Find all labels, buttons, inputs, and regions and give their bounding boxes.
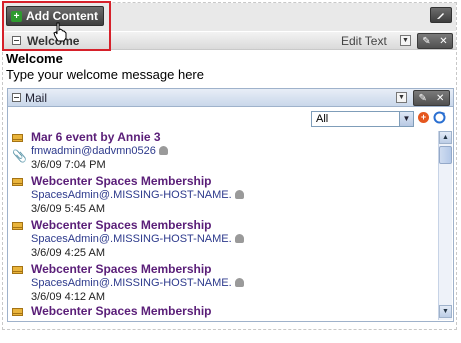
envelope-icon xyxy=(12,134,23,142)
mail-list-scrollbar[interactable]: ▲ ▼ xyxy=(438,131,452,320)
mail-message-list: 📎 Mar 6 event by Annie 3 fmwadmin@dadvmn… xyxy=(8,129,436,321)
message-sender[interactable]: fmwadmin@dadvmn0526 xyxy=(31,145,168,157)
welcome-heading: Welcome xyxy=(6,51,63,66)
presence-icon xyxy=(234,278,244,287)
message-subject[interactable]: Mar 6 event by Annie 3 xyxy=(31,130,161,144)
mail-portlet: Mail ▼ ✎ ✕ All ▼ + 📎 Mar 6 event by Anni… xyxy=(7,88,454,322)
mail-filter-select[interactable]: All ▼ xyxy=(311,111,414,127)
message-subject[interactable]: Webcenter Spaces Membership xyxy=(31,218,212,232)
message-sender-text: fmwadmin@dadvmn0526 xyxy=(31,145,156,157)
chevron-down-icon[interactable]: ▼ xyxy=(399,112,413,126)
collapse-icon[interactable] xyxy=(12,36,21,45)
list-item[interactable]: Webcenter Spaces Membership SpacesAdmin@… xyxy=(8,261,436,305)
list-item[interactable]: Webcenter Spaces Membership xyxy=(8,303,436,321)
envelope-icon xyxy=(12,222,23,230)
list-item[interactable]: Webcenter Spaces Membership SpacesAdmin@… xyxy=(8,173,436,217)
mail-filter-value: All xyxy=(316,113,329,125)
message-date: 3/6/09 7:04 PM xyxy=(31,159,106,171)
welcome-portlet-header: Welcome Edit Text ▼ ✎ ✕ xyxy=(3,32,456,50)
envelope-icon xyxy=(12,178,23,186)
list-item[interactable]: 📎 Mar 6 event by Annie 3 fmwadmin@dadvmn… xyxy=(8,129,436,173)
message-sender[interactable]: SpacesAdmin@.MISSING-HOST-NAME. xyxy=(31,189,244,201)
envelope-icon xyxy=(12,266,23,274)
mail-portlet-title: Mail xyxy=(25,91,48,105)
attachment-icon: 📎 xyxy=(12,149,27,163)
new-mail-icon[interactable]: + xyxy=(418,112,429,123)
message-sender[interactable]: SpacesAdmin@.MISSING-HOST-NAME. xyxy=(31,233,244,245)
message-date: 3/6/09 4:12 AM xyxy=(31,291,105,303)
close-icon[interactable]: ✕ xyxy=(436,93,444,104)
message-date: 3/6/09 4:25 AM xyxy=(31,247,105,259)
hand-cursor-icon xyxy=(53,22,67,42)
add-content-label: Add Content xyxy=(26,9,98,23)
page-settings-button[interactable] xyxy=(430,7,452,23)
scroll-up-icon[interactable]: ▲ xyxy=(439,131,452,144)
chevron-down-icon[interactable]: ▼ xyxy=(396,92,407,103)
pencil-icon xyxy=(437,13,444,19)
welcome-message: Type your welcome message here xyxy=(6,67,204,82)
envelope-icon xyxy=(12,308,23,316)
portlet-window-controls: ✎ ✕ xyxy=(417,33,453,49)
message-sender[interactable]: SpacesAdmin@.MISSING-HOST-NAME. xyxy=(31,277,244,289)
plus-icon: + xyxy=(11,10,22,22)
mail-portlet-header: Mail ▼ ✎ ✕ xyxy=(8,89,453,107)
message-sender-text: SpacesAdmin@.MISSING-HOST-NAME. xyxy=(31,189,232,201)
message-subject[interactable]: Webcenter Spaces Membership xyxy=(31,174,212,188)
presence-icon xyxy=(158,146,168,155)
list-item[interactable]: Webcenter Spaces Membership SpacesAdmin@… xyxy=(8,217,436,261)
collapse-icon[interactable] xyxy=(12,93,21,102)
pencil-icon[interactable]: ✎ xyxy=(422,36,430,47)
message-sender-text: SpacesAdmin@.MISSING-HOST-NAME. xyxy=(31,277,232,289)
message-date: 3/6/09 5:45 AM xyxy=(31,203,105,215)
message-subject[interactable]: Webcenter Spaces Membership xyxy=(31,262,212,276)
presence-icon xyxy=(234,234,244,243)
chevron-down-icon[interactable]: ▼ xyxy=(400,35,411,46)
refresh-icon[interactable] xyxy=(433,111,446,124)
pencil-icon[interactable]: ✎ xyxy=(419,93,427,104)
message-sender-text: SpacesAdmin@.MISSING-HOST-NAME. xyxy=(31,233,232,245)
portlet-window-controls: ✎ ✕ xyxy=(413,90,450,106)
scroll-down-icon[interactable]: ▼ xyxy=(439,305,452,318)
close-icon[interactable]: ✕ xyxy=(439,36,447,47)
presence-icon xyxy=(234,190,244,199)
message-subject[interactable]: Webcenter Spaces Membership xyxy=(31,304,212,318)
edit-text-link[interactable]: Edit Text xyxy=(341,34,387,48)
scroll-thumb[interactable] xyxy=(439,146,452,164)
